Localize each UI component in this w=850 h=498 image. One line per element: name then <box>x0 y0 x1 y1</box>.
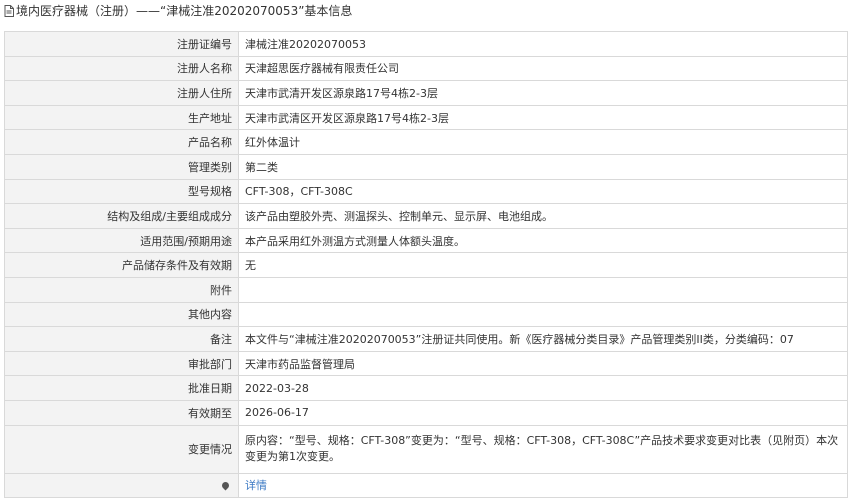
row-label: 有效期至 <box>4 399 239 426</box>
map-pin-icon <box>220 480 231 491</box>
map-pin-cell <box>4 472 239 498</box>
row-label: 附件 <box>4 276 239 303</box>
table-row: 注册人住所 天津市武清开发区源泉路17号4栋2-3层 <box>4 80 848 106</box>
table-row: 结构及组成/主要组成成分 该产品由塑胶外壳、测温探头、控制单元、显示屏、电池组成。 <box>4 203 848 229</box>
row-value <box>238 276 848 303</box>
row-label: 注册证编号 <box>4 31 239 57</box>
page-title-bar: 境内医疗器械（注册）——“津械注准20202070053”基本信息 <box>0 0 850 22</box>
table-row: 其他内容 <box>4 301 848 328</box>
document-icon <box>4 2 14 24</box>
table-row: 型号规格 CFT-308，CFT-308C <box>4 178 848 205</box>
row-label: 其他内容 <box>4 301 239 328</box>
page-title: 境内医疗器械（注册）——“津械注准20202070053”基本信息 <box>16 4 353 18</box>
row-value: 本文件与“津械注准20202070053”注册证共同使用。新《医疗器械分类目录》… <box>238 326 848 352</box>
table-row: 生产地址 天津市武清区开发区源泉路17号4栋2-3层 <box>4 104 848 131</box>
row-value: 该产品由塑胶外壳、测温探头、控制单元、显示屏、电池组成。 <box>238 203 848 229</box>
row-value: 本产品采用红外测温方式测量人体额头温度。 <box>238 227 848 254</box>
row-label: 审批部门 <box>4 350 239 377</box>
row-value: 天津市武清开发区源泉路17号4栋2-3层 <box>238 80 848 106</box>
table-row: 备注 本文件与“津械注准20202070053”注册证共同使用。新《医疗器械分类目… <box>4 326 848 352</box>
row-value: 津械注准20202070053 <box>238 31 848 57</box>
row-label: 备注 <box>4 326 239 352</box>
row-value <box>238 301 848 328</box>
row-value: 2022-03-28 <box>238 375 848 401</box>
row-label: 批准日期 <box>4 375 239 401</box>
row-label: 注册人住所 <box>4 80 239 106</box>
table-row: 管理类别 第二类 <box>4 153 848 180</box>
row-value: 天津市药品监督管理局 <box>238 350 848 377</box>
row-value: 天津市武清区开发区源泉路17号4栋2-3层 <box>238 104 848 131</box>
table-row: 变更情况 原内容：“型号、规格：CFT-308”变更为：“型号、规格：CFT-30… <box>4 424 848 474</box>
table-row: 注册人名称 天津超思医疗器械有限责任公司 <box>4 55 848 82</box>
details-cell: 详情 <box>238 472 848 498</box>
table-row-footer: 详情 <box>4 472 848 498</box>
row-label: 管理类别 <box>4 153 239 180</box>
row-label: 变更情况 <box>4 424 239 474</box>
row-label: 注册人名称 <box>4 55 239 82</box>
info-table: 注册证编号 津械注准20202070053 注册人名称 天津超思医疗器械有限责任公司… <box>4 31 848 498</box>
row-label: 生产地址 <box>4 104 239 131</box>
table-row: 适用范围/预期用途 本产品采用红外测温方式测量人体额头温度。 <box>4 227 848 254</box>
row-label: 结构及组成/主要组成成分 <box>4 203 239 229</box>
row-label: 产品名称 <box>4 129 239 155</box>
row-label: 型号规格 <box>4 178 239 205</box>
row-value: 原内容：“型号、规格：CFT-308”变更为：“型号、规格：CFT-308，CF… <box>238 424 848 474</box>
row-value: 无 <box>238 252 848 278</box>
details-link[interactable]: 详情 <box>245 479 267 492</box>
table-row: 产品储存条件及有效期无 <box>4 252 848 278</box>
table-row: 产品名称 红外体温计 <box>4 129 848 155</box>
table-row: 注册证编号 津械注准20202070053 <box>4 31 848 57</box>
table-row: 审批部门 天津市药品监督管理局 <box>4 350 848 377</box>
table-row: 附件 <box>4 276 848 303</box>
row-value: CFT-308，CFT-308C <box>238 178 848 205</box>
row-value: 第二类 <box>238 153 848 180</box>
table-row: 有效期至 2026-06-17 <box>4 399 848 426</box>
table-row: 批准日期 2022-03-28 <box>4 375 848 401</box>
row-value: 天津超思医疗器械有限责任公司 <box>238 55 848 82</box>
row-value: 红外体温计 <box>238 129 848 155</box>
row-value: 2026-06-17 <box>238 399 848 426</box>
row-label: 产品储存条件及有效期 <box>4 252 239 278</box>
row-label: 适用范围/预期用途 <box>4 227 239 254</box>
